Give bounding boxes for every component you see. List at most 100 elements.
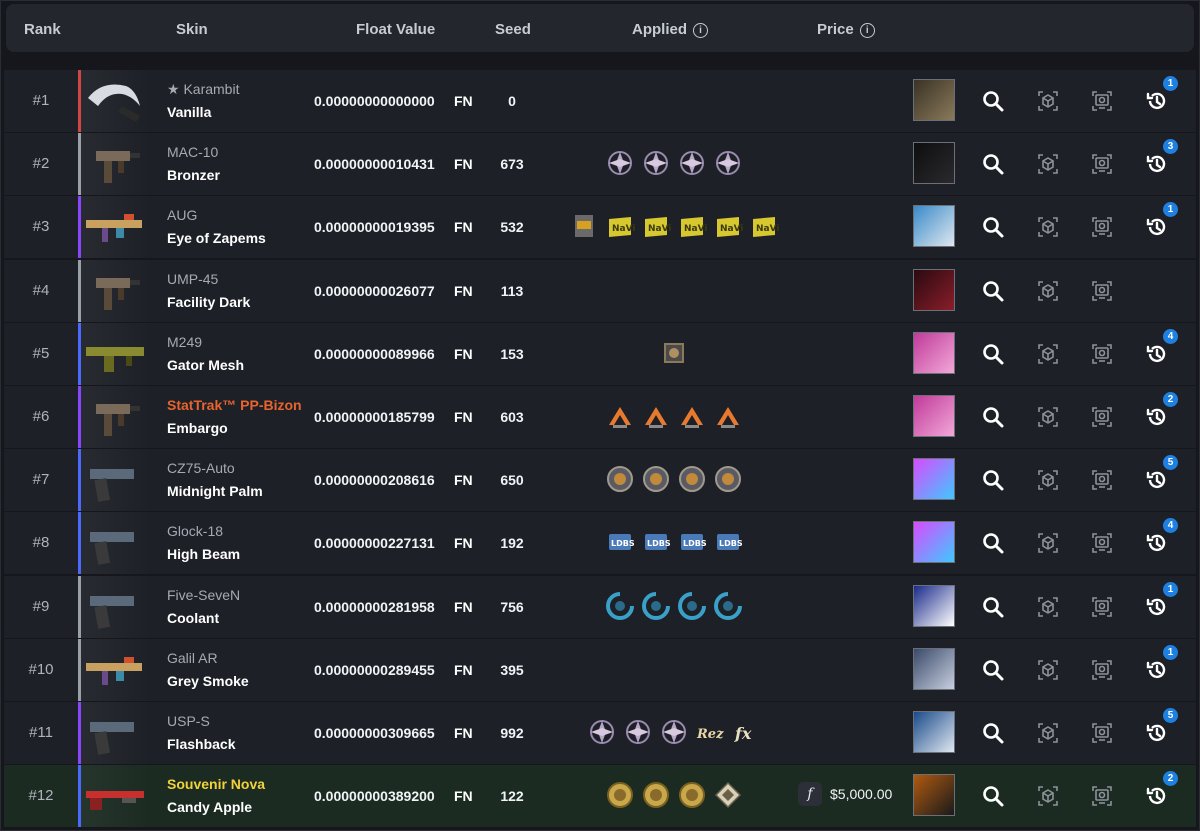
owner-avatar[interactable] (913, 268, 955, 311)
history-icon[interactable]: 4 (1145, 328, 1178, 366)
table-row[interactable]: #12 Souvenir Nova Candy Apple 0.00000000389… (4, 765, 1196, 828)
sticker-a-icon[interactable] (605, 401, 635, 431)
3d-view-button[interactable] (1036, 658, 1060, 682)
owner-avatar[interactable] (913, 711, 955, 753)
owner-avatar[interactable] (913, 774, 955, 817)
sticker-liquid-icon[interactable] (677, 591, 707, 621)
inspect-button[interactable] (981, 342, 1005, 366)
owner-avatar[interactable] (913, 331, 955, 374)
sticker-nip-icon[interactable] (641, 148, 671, 178)
screenshot-button[interactable] (1090, 595, 1114, 619)
owner-avatar[interactable] (913, 647, 955, 690)
table-row[interactable]: #6 StatTrak™ PP-Bizon Embargo 0.00000000185… (4, 386, 1196, 448)
3d-view-button[interactable] (1036, 721, 1060, 745)
sticker-nip-icon[interactable] (713, 148, 743, 178)
inspect-button[interactable] (981, 595, 1005, 619)
inspect-button[interactable] (981, 658, 1005, 682)
sticker-box-icon[interactable] (569, 211, 599, 241)
sticker-nip-icon[interactable] (659, 717, 689, 747)
weapon-thumbnail[interactable] (78, 449, 150, 512)
info-icon[interactable]: i (693, 23, 708, 38)
sticker-a-icon[interactable] (713, 401, 743, 431)
owner-avatar[interactable] (913, 584, 955, 627)
header-applied[interactable]: Applied i (632, 4, 708, 52)
weapon-thumbnail[interactable] (78, 259, 150, 322)
weapon-thumbnail[interactable] (78, 702, 150, 764)
history-icon[interactable]: 5 (1145, 708, 1178, 745)
owner-avatar[interactable] (913, 79, 955, 121)
sticker-coin-icon[interactable] (713, 464, 743, 494)
history-icon[interactable]: 5 (1145, 455, 1178, 492)
inspect-button[interactable] (981, 468, 1005, 492)
3d-view-button[interactable] (1036, 468, 1060, 492)
table-row[interactable]: #11 USP-S Flashback 0.00000000309665 FN 992 Re… (4, 702, 1196, 764)
3d-view-button[interactable] (1036, 784, 1060, 808)
history-icon[interactable]: 1 (1145, 581, 1178, 619)
header-seed[interactable]: Seed (495, 4, 531, 52)
sticker-gold-icon[interactable] (605, 780, 635, 810)
weapon-thumbnail[interactable] (78, 386, 150, 448)
weapon-thumbnail[interactable] (78, 638, 150, 701)
sticker-nip-icon[interactable] (623, 717, 653, 747)
weapon-thumbnail[interactable] (78, 133, 150, 196)
screenshot-button[interactable] (1090, 279, 1114, 303)
history-icon[interactable]: 2 (1145, 771, 1178, 808)
weapon-thumbnail[interactable] (78, 575, 150, 638)
screenshot-button[interactable] (1090, 658, 1114, 682)
sticker-coin-icon[interactable] (641, 464, 671, 494)
weapon-thumbnail[interactable] (78, 765, 150, 828)
history-icon[interactable]: 2 (1145, 392, 1178, 429)
sticker-ldbs-icon[interactable]: LDBS (641, 527, 671, 557)
screenshot-button[interactable] (1090, 215, 1114, 239)
sticker-navi-icon[interactable]: NaVi (605, 211, 635, 241)
history-icon[interactable]: 1 (1145, 202, 1178, 239)
sticker-nip-icon[interactable] (605, 148, 635, 178)
table-row[interactable]: #4 UMP-45 Facility Dark 0.00000000026077 FN 1… (4, 259, 1196, 322)
inspect-button[interactable] (981, 721, 1005, 745)
header-skin[interactable]: Skin (176, 4, 208, 52)
table-row[interactable]: #10 Galil AR Grey Smoke 0.00000000289455 FN 3… (4, 638, 1196, 701)
table-row[interactable]: #8 Glock-18 High Beam 0.00000000227131 FN 192… (4, 512, 1196, 575)
owner-avatar[interactable] (913, 458, 955, 501)
inspect-button[interactable] (981, 531, 1005, 555)
3d-view-button[interactable] (1036, 279, 1060, 303)
table-row[interactable]: #9 Five-SeveN Coolant 0.00000000281958 FN 756… (4, 575, 1196, 638)
sticker-liquid-icon[interactable] (641, 591, 671, 621)
screenshot-button[interactable] (1090, 784, 1114, 808)
inspect-button[interactable] (981, 279, 1005, 303)
history-icon[interactable]: 3 (1145, 139, 1178, 176)
owner-avatar[interactable] (913, 205, 955, 248)
header-rank[interactable]: Rank (24, 4, 61, 52)
sticker-nip-icon[interactable] (587, 717, 617, 747)
history-icon[interactable]: 1 (1145, 644, 1178, 682)
sticker-fx-icon[interactable]: fx (731, 717, 761, 747)
sticker-navi-icon[interactable]: NaVi (713, 211, 743, 241)
screenshot-button[interactable] (1090, 531, 1114, 555)
screenshot-button[interactable] (1090, 89, 1114, 113)
weapon-thumbnail[interactable] (78, 70, 150, 132)
sticker-navi-icon[interactable]: NaVi (749, 211, 779, 241)
sticker-coin-icon[interactable] (605, 464, 635, 494)
inspect-button[interactable] (981, 405, 1005, 429)
sticker-rez-icon[interactable]: Rez (695, 717, 725, 747)
3d-view-button[interactable] (1036, 531, 1060, 555)
history-icon[interactable]: 1 (1145, 76, 1178, 113)
weapon-thumbnail[interactable] (78, 322, 150, 385)
weapon-thumbnail[interactable] (78, 512, 150, 575)
3d-view-button[interactable] (1036, 595, 1060, 619)
owner-avatar[interactable] (913, 142, 955, 185)
table-row[interactable]: #1 ★ Karambit Vanilla 0.00000000000000 FN 0 1 (4, 70, 1196, 132)
sticker-diamond-icon[interactable] (713, 780, 743, 810)
screenshot-button[interactable] (1090, 152, 1114, 176)
float-f-icon[interactable]: f (798, 782, 822, 807)
screenshot-button[interactable] (1090, 342, 1114, 366)
info-icon[interactable]: i (859, 23, 875, 38)
inspect-button[interactable] (981, 152, 1005, 176)
inspect-button[interactable] (981, 89, 1005, 113)
header-float-value[interactable]: Float Value (356, 4, 435, 52)
inspect-button[interactable] (981, 784, 1005, 808)
sticker-gold-icon[interactable] (641, 780, 671, 810)
screenshot-button[interactable] (1090, 468, 1114, 492)
sticker-a-icon[interactable] (677, 401, 707, 431)
table-row[interactable]: #7 CZ75-Auto Midnight Palm 0.00000000208616… (4, 449, 1196, 512)
